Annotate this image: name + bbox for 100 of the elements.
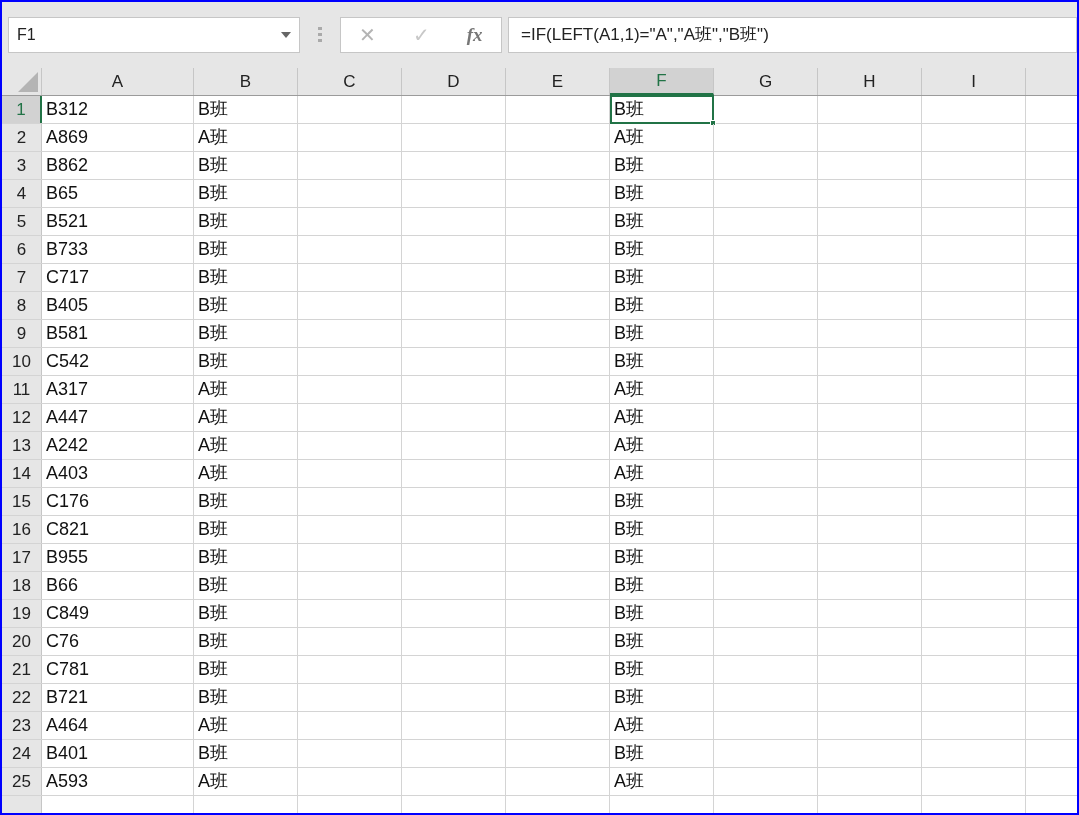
column-header[interactable]: B bbox=[194, 68, 298, 95]
table-cell[interactable]: A593 bbox=[42, 768, 194, 795]
table-cell[interactable]: B班 bbox=[610, 236, 714, 263]
row-header[interactable]: 17 bbox=[2, 544, 42, 571]
row-header[interactable]: 6 bbox=[2, 236, 42, 263]
row-header[interactable]: 24 bbox=[2, 740, 42, 767]
table-cell[interactable]: B班 bbox=[194, 180, 298, 207]
row-header[interactable]: 5 bbox=[2, 208, 42, 235]
table-cell[interactable]: A242 bbox=[42, 432, 194, 459]
table-cell[interactable]: A班 bbox=[194, 432, 298, 459]
table-cell[interactable]: A班 bbox=[194, 768, 298, 795]
table-cell[interactable]: A班 bbox=[610, 768, 714, 795]
row-header[interactable]: 15 bbox=[2, 488, 42, 515]
row-header[interactable]: 19 bbox=[2, 600, 42, 627]
table-cell[interactable]: B班 bbox=[610, 628, 714, 655]
table-cell[interactable]: B班 bbox=[610, 320, 714, 347]
table-cell[interactable]: A317 bbox=[42, 376, 194, 403]
table-cell[interactable]: B班 bbox=[194, 600, 298, 627]
table-cell[interactable]: A班 bbox=[194, 404, 298, 431]
table-cell[interactable]: B班 bbox=[194, 740, 298, 767]
table-cell[interactable]: B312 bbox=[42, 96, 194, 123]
table-cell[interactable]: B班 bbox=[194, 684, 298, 711]
table-cell[interactable]: C542 bbox=[42, 348, 194, 375]
table-cell[interactable]: A班 bbox=[194, 460, 298, 487]
column-header[interactable]: F bbox=[610, 68, 714, 95]
table-cell[interactable]: B班 bbox=[610, 152, 714, 179]
row-header[interactable]: 23 bbox=[2, 712, 42, 739]
column-header[interactable]: I bbox=[922, 68, 1026, 95]
table-cell[interactable]: B65 bbox=[42, 180, 194, 207]
table-cell[interactable]: C717 bbox=[42, 264, 194, 291]
table-cell[interactable]: B班 bbox=[194, 208, 298, 235]
table-cell[interactable]: B班 bbox=[610, 96, 714, 123]
table-cell[interactable]: B班 bbox=[194, 292, 298, 319]
table-cell[interactable]: A班 bbox=[194, 124, 298, 151]
table-cell[interactable]: A班 bbox=[610, 404, 714, 431]
row-header[interactable]: 1 bbox=[2, 96, 42, 123]
table-cell[interactable]: B班 bbox=[610, 544, 714, 571]
table-cell[interactable]: B班 bbox=[194, 236, 298, 263]
table-cell[interactable]: B班 bbox=[610, 572, 714, 599]
row-header[interactable]: 7 bbox=[2, 264, 42, 291]
table-cell[interactable]: B862 bbox=[42, 152, 194, 179]
column-header[interactable]: C bbox=[298, 68, 402, 95]
column-header[interactable]: H bbox=[818, 68, 922, 95]
column-header[interactable]: D bbox=[402, 68, 506, 95]
table-cell[interactable]: A班 bbox=[194, 376, 298, 403]
table-cell[interactable]: B班 bbox=[610, 516, 714, 543]
row-header[interactable]: 3 bbox=[2, 152, 42, 179]
table-cell[interactable]: B班 bbox=[610, 684, 714, 711]
table-cell[interactable]: A班 bbox=[610, 124, 714, 151]
table-cell[interactable]: B班 bbox=[194, 516, 298, 543]
table-cell[interactable]: A班 bbox=[194, 712, 298, 739]
row-header[interactable]: 2 bbox=[2, 124, 42, 151]
table-cell[interactable]: B班 bbox=[610, 180, 714, 207]
row-header[interactable]: 22 bbox=[2, 684, 42, 711]
table-cell[interactable]: B405 bbox=[42, 292, 194, 319]
table-cell[interactable]: B581 bbox=[42, 320, 194, 347]
table-cell[interactable]: C781 bbox=[42, 656, 194, 683]
table-cell[interactable]: C176 bbox=[42, 488, 194, 515]
row-header[interactable]: 9 bbox=[2, 320, 42, 347]
column-header[interactable]: G bbox=[714, 68, 818, 95]
table-cell[interactable]: A869 bbox=[42, 124, 194, 151]
row-header[interactable]: 11 bbox=[2, 376, 42, 403]
row-header[interactable]: 8 bbox=[2, 292, 42, 319]
table-cell[interactable]: A班 bbox=[610, 712, 714, 739]
insert-function-button[interactable]: fx bbox=[466, 20, 483, 50]
table-cell[interactable]: B班 bbox=[194, 264, 298, 291]
table-cell[interactable]: B66 bbox=[42, 572, 194, 599]
column-header[interactable]: A bbox=[42, 68, 194, 95]
table-cell[interactable]: B521 bbox=[42, 208, 194, 235]
row-header[interactable]: 25 bbox=[2, 768, 42, 795]
table-cell[interactable]: B班 bbox=[194, 544, 298, 571]
table-cell[interactable]: A464 bbox=[42, 712, 194, 739]
row-header[interactable]: 21 bbox=[2, 656, 42, 683]
table-cell[interactable]: A班 bbox=[610, 376, 714, 403]
row-header[interactable]: 12 bbox=[2, 404, 42, 431]
formula-field[interactable]: =IF(LEFT(A1,1)="A","A班","B班") bbox=[508, 17, 1077, 53]
table-cell[interactable]: B班 bbox=[194, 628, 298, 655]
row-header[interactable]: 20 bbox=[2, 628, 42, 655]
table-cell[interactable]: A班 bbox=[610, 432, 714, 459]
name-box[interactable]: F1 bbox=[8, 17, 300, 53]
table-cell[interactable]: A403 bbox=[42, 460, 194, 487]
table-cell[interactable]: C76 bbox=[42, 628, 194, 655]
table-cell[interactable]: B班 bbox=[194, 348, 298, 375]
table-cell[interactable]: B班 bbox=[610, 488, 714, 515]
table-cell[interactable]: C821 bbox=[42, 516, 194, 543]
row-header[interactable]: 13 bbox=[2, 432, 42, 459]
table-cell[interactable]: B班 bbox=[194, 96, 298, 123]
fill-handle[interactable] bbox=[710, 120, 716, 126]
table-cell[interactable]: A447 bbox=[42, 404, 194, 431]
table-cell[interactable]: B班 bbox=[194, 320, 298, 347]
table-cell[interactable]: B班 bbox=[610, 656, 714, 683]
row-header[interactable]: 14 bbox=[2, 460, 42, 487]
table-cell[interactable]: B401 bbox=[42, 740, 194, 767]
dropdown-caret-icon[interactable] bbox=[281, 32, 291, 38]
table-cell[interactable]: B班 bbox=[610, 264, 714, 291]
table-cell[interactable]: B班 bbox=[610, 208, 714, 235]
table-cell[interactable]: B955 bbox=[42, 544, 194, 571]
table-cell[interactable]: B班 bbox=[194, 572, 298, 599]
table-cell[interactable]: B班 bbox=[610, 348, 714, 375]
table-cell[interactable]: B733 bbox=[42, 236, 194, 263]
